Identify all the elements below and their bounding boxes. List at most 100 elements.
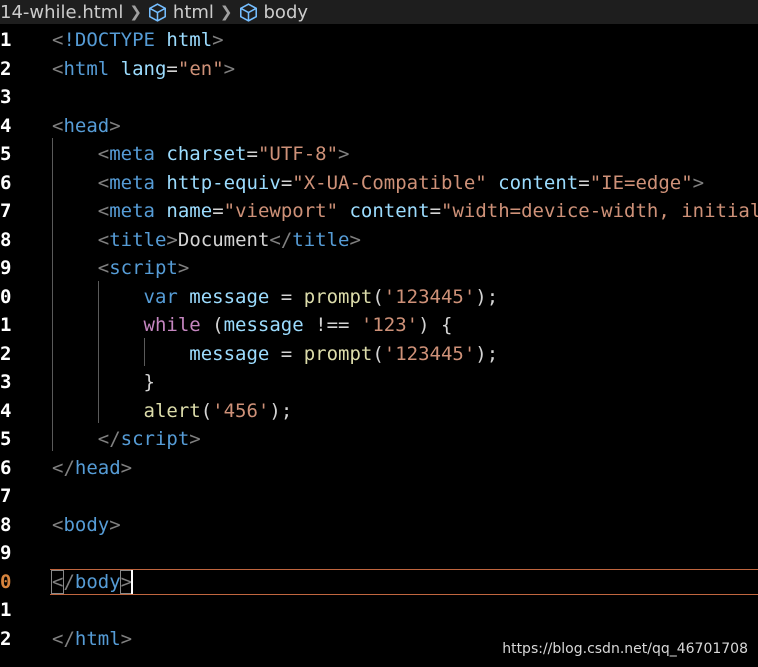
code-editor[interactable]: 1 <!DOCTYPE html> 2 <html lang="en"> 3 4 <head…: [0, 24, 758, 667]
code-token: '123445': [383, 342, 476, 365]
code-line[interactable]: 9 <script>: [0, 254, 758, 283]
line-number: 2: [0, 627, 12, 650]
code-token: >: [189, 428, 201, 450]
code-token: message: [189, 285, 281, 308]
code-line[interactable]: 6 <meta http-equiv="X-UA-Compatible" con…: [0, 169, 758, 198]
code-token: var: [143, 285, 190, 308]
code-token: </: [52, 456, 75, 479]
code-line[interactable]: 6 </head>: [0, 454, 758, 483]
code-line[interactable]: 7 <meta name="viewport" content="width=d…: [0, 197, 758, 226]
code-line[interactable]: 8 <title>Document</title>: [0, 226, 758, 255]
code-token: http-equiv: [166, 171, 281, 194]
code-token: >: [692, 171, 705, 194]
code-line[interactable]: 1 while (message !== '123') {: [0, 311, 758, 340]
code-text: <meta http-equiv="X-UA-Compatible" conte…: [52, 169, 704, 198]
code-token: html: [74, 627, 121, 650]
code-token: =: [212, 200, 224, 222]
line-number: 3: [0, 371, 12, 393]
code-line[interactable]: 0 var message = prompt('123445');: [0, 283, 758, 312]
code-line[interactable]: 2 <html lang="en">: [0, 55, 758, 84]
code-token: '456': [212, 399, 270, 422]
line-number: 4: [0, 399, 12, 422]
code-token: "width=device-width, initial: [441, 200, 758, 222]
code-token: ) {: [418, 314, 453, 336]
line-number: 5: [0, 428, 12, 450]
line-number: 0: [0, 285, 12, 308]
code-token: !==: [315, 314, 361, 336]
line-number: 6: [0, 171, 12, 194]
code-line[interactable]: 5 <meta charset="UTF-8">: [0, 140, 758, 169]
code-token: meta: [109, 143, 167, 165]
code-text: message = prompt('123445');: [52, 340, 498, 369]
code-text: <meta charset="UTF-8">: [52, 140, 350, 169]
code-line[interactable]: 5 </script>: [0, 425, 758, 454]
breadcrumb-item-label: html: [172, 1, 214, 23]
code-token: =: [578, 171, 590, 194]
code-line[interactable]: 2 message = prompt('123445');: [0, 340, 758, 369]
code-token: "en": [177, 57, 224, 80]
code-text: <head>: [52, 112, 121, 141]
code-text: </head>: [52, 454, 132, 483]
code-line[interactable]: 9: [0, 539, 758, 568]
code-token: name: [166, 200, 213, 222]
code-token: =: [280, 342, 304, 365]
code-text: var message = prompt('123445');: [52, 283, 499, 312]
code-line[interactable]: 3: [0, 83, 758, 112]
line-number: 3: [0, 86, 12, 108]
code-line[interactable]: 4 <head>: [0, 112, 758, 141]
code-token: script: [109, 257, 178, 279]
code-line[interactable]: 1 <!DOCTYPE html>: [0, 26, 758, 55]
code-line[interactable]: 3 }: [0, 368, 758, 397]
text-cursor: [131, 569, 133, 594]
code-token: '123': [360, 314, 419, 336]
code-token: "X-UA-Compatible": [292, 171, 499, 194]
breadcrumb-item-html[interactable]: html: [148, 2, 214, 23]
code-text: while (message !== '123') {: [52, 311, 453, 340]
line-number: 1: [0, 29, 12, 51]
code-token: (: [200, 399, 213, 422]
code-token: >: [177, 257, 190, 279]
code-line[interactable]: 8 <body>: [0, 511, 758, 540]
code-token: alert: [143, 399, 201, 422]
code-token: prompt: [303, 285, 373, 308]
code-token: message: [223, 314, 316, 336]
code-token: =: [246, 143, 258, 165]
cube-icon: [239, 2, 257, 22]
code-line[interactable]: 0 </body>: [0, 568, 758, 597]
code-token: !DOCTYPE: [63, 29, 167, 51]
code-token: >: [120, 456, 133, 479]
code-text: <title>Document</title>: [52, 226, 361, 255]
code-line[interactable]: 4 alert('456');: [0, 397, 758, 426]
code-token: </: [52, 627, 75, 650]
code-text: </script>: [52, 425, 201, 454]
code-line[interactable]: 7: [0, 482, 758, 511]
code-token: script: [120, 428, 190, 450]
line-number: 7: [0, 200, 12, 222]
code-text: <html lang="en">: [52, 55, 235, 84]
code-token: <: [97, 200, 110, 222]
breadcrumb-file[interactable]: 14-while.html: [0, 2, 123, 23]
code-text: <body>: [52, 511, 121, 540]
code-token: meta: [109, 171, 167, 194]
line-number: 4: [0, 114, 12, 137]
code-text: <script>: [52, 254, 190, 283]
breadcrumb: 14-while.html ❯ html ❯ body: [0, 0, 758, 24]
code-line[interactable]: 1: [0, 596, 758, 625]
code-token: >: [212, 29, 224, 51]
code-token: );: [475, 342, 499, 365]
code-token: =: [166, 57, 178, 80]
code-token: while: [143, 314, 213, 336]
line-number: 6: [0, 456, 12, 479]
line-number: 1: [0, 599, 12, 621]
breadcrumb-item-body[interactable]: body: [239, 2, 308, 23]
code-token: =: [280, 171, 293, 194]
code-token: );: [269, 399, 293, 422]
code-token: content: [498, 171, 579, 194]
code-token: (: [372, 342, 384, 365]
